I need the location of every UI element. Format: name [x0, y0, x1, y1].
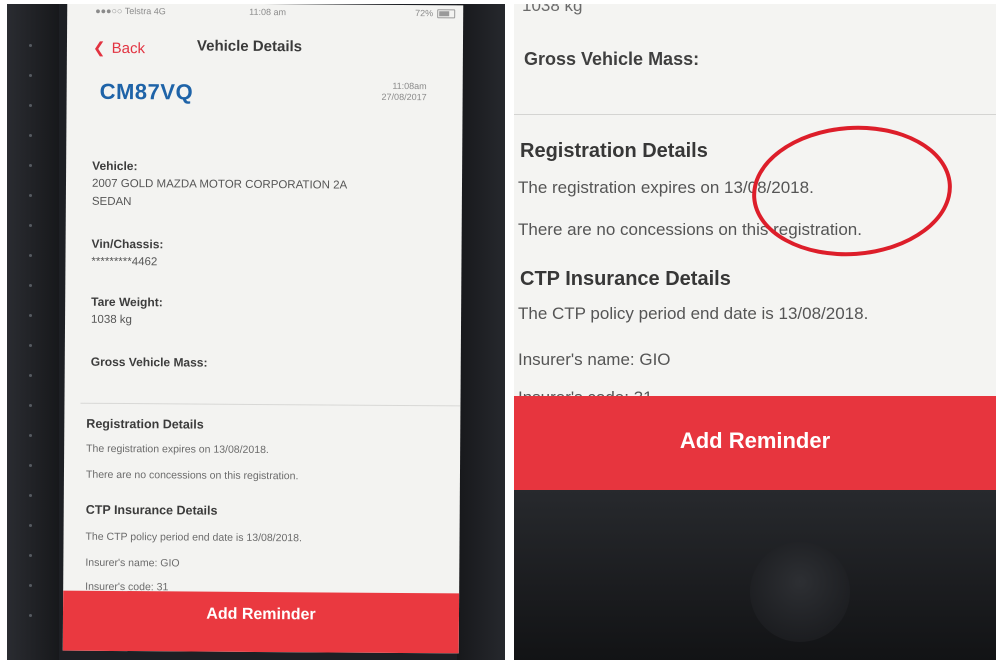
- carrier-label: ●●●○○ Telstra 4G: [95, 5, 166, 17]
- lookup-timestamp: 11:08am 27/08/2017: [382, 81, 427, 103]
- chevron-left-icon: ❮: [92, 39, 106, 57]
- add-reminder-button[interactable]: Add Reminder: [514, 396, 996, 490]
- section-divider: [80, 402, 461, 407]
- back-label: Back: [111, 39, 146, 58]
- gross-vehicle-mass-label: Gross Vehicle Mass:: [524, 49, 700, 69]
- battery-icon: [437, 9, 456, 19]
- right-photo-panel: 1038 kg Gross Vehicle Mass: Registration…: [514, 4, 996, 660]
- status-time: 11:08 am: [249, 6, 287, 18]
- left-photo-panel: ●●●○○ Telstra 4G 11:08 am 72% ❮ Back Veh…: [7, 4, 505, 660]
- registration-expiry-text: The registration expires on 13/08/2018.: [86, 442, 269, 457]
- insurer-name-text: Insurer's name: GIO: [518, 350, 671, 369]
- tare-weight-label: Tare Weight:: [91, 294, 163, 310]
- home-button: [750, 542, 850, 642]
- vehicle-value-line1: 2007 GOLD MAZDA MOTOR CORPORATION 2A: [91, 177, 348, 192]
- vehicle-value-line2: SEDAN: [91, 195, 132, 209]
- vin-value: *********4462: [91, 255, 158, 269]
- ctp-period-text: The CTP policy period end date is 13/08/…: [85, 530, 302, 545]
- registration-details-title: Registration Details: [86, 416, 204, 432]
- timestamp-date: 27/08/2017: [381, 91, 427, 103]
- add-reminder-button[interactable]: Add Reminder: [62, 590, 460, 654]
- tare-weight-value-cut: 1038 kg: [522, 4, 583, 15]
- phone-case-left-edge: [7, 4, 59, 660]
- registration-details-title: Registration Details: [520, 140, 708, 162]
- expiry-highlight-circle: [747, 119, 957, 263]
- page-title: Vehicle Details: [196, 37, 303, 56]
- vehicle-label: Vehicle:: [92, 158, 138, 174]
- gross-vehicle-mass-label: Gross Vehicle Mass:: [90, 354, 208, 370]
- registration-concessions-text: There are no concessions on this registr…: [85, 468, 299, 483]
- tare-weight-value: 1038 kg: [91, 313, 133, 327]
- section-divider: [514, 114, 996, 115]
- battery-percent: 72%: [415, 8, 434, 19]
- registration-plate: CM87VQ: [99, 78, 194, 105]
- status-bar: ●●●○○ Telstra 4G 11:08 am 72%: [67, 4, 463, 21]
- vin-label: Vin/Chassis:: [91, 236, 164, 252]
- timestamp-time: 11:08am: [392, 80, 427, 92]
- ctp-period-text: The CTP policy period end date is 13/08/…: [518, 304, 869, 323]
- phone-case-right-edge: [457, 4, 505, 660]
- vehicle-details-screen: ●●●○○ Telstra 4G 11:08 am 72% ❮ Back Veh…: [62, 4, 464, 654]
- nav-bar: ❮ Back Vehicle Details: [67, 29, 463, 62]
- ctp-insurance-title: CTP Insurance Details: [85, 502, 218, 518]
- back-button[interactable]: ❮ Back: [93, 39, 145, 57]
- zoomed-details-screen: 1038 kg Gross Vehicle Mass: Registration…: [514, 4, 996, 490]
- insurer-name-text: Insurer's name: GIO: [85, 556, 180, 570]
- ctp-insurance-title: CTP Insurance Details: [520, 268, 731, 290]
